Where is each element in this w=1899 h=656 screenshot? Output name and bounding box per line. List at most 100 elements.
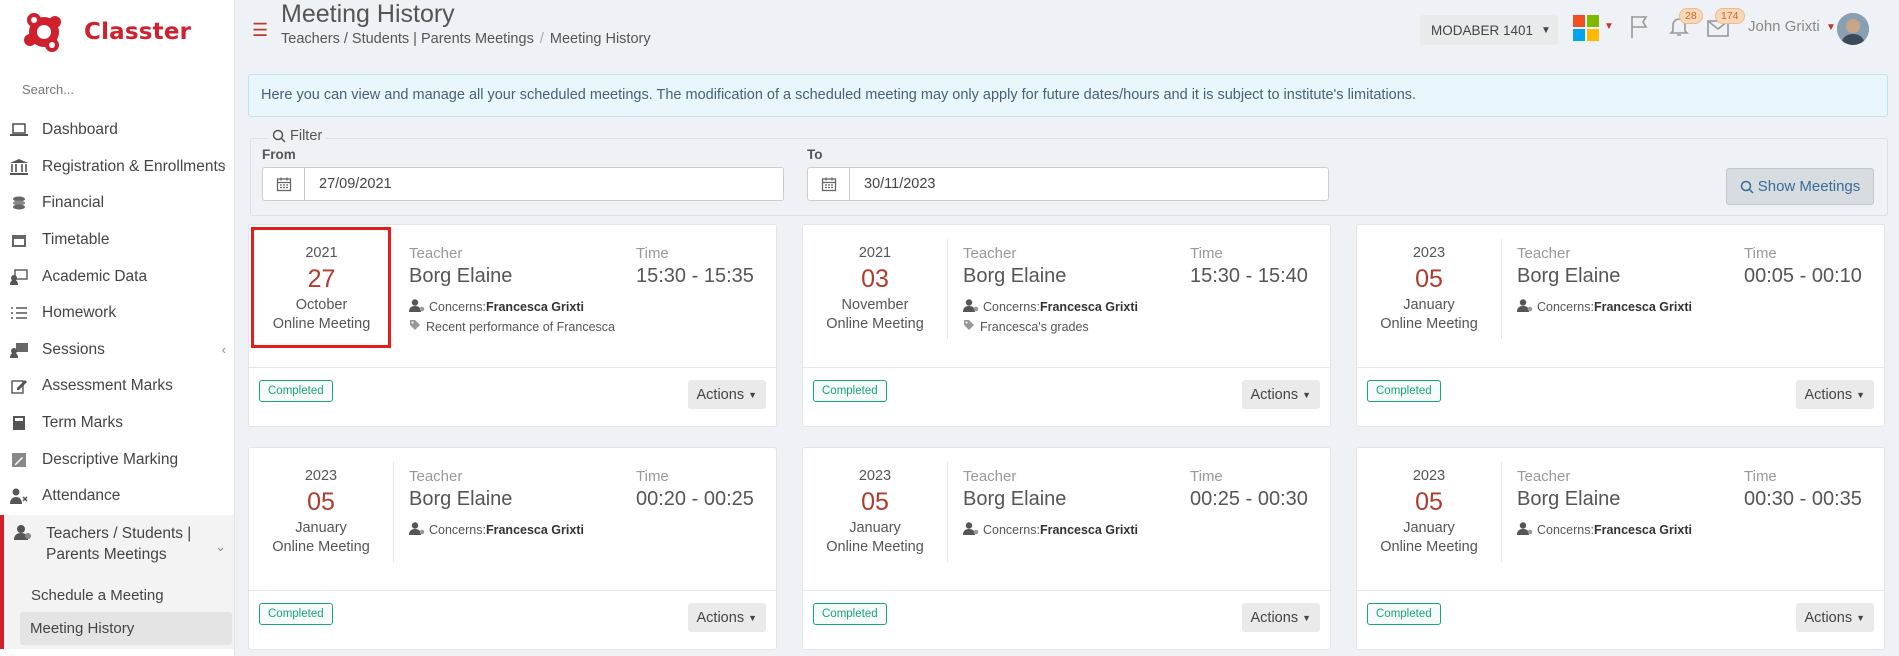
sidebar-item-label: Dashboard xyxy=(42,121,118,139)
caret-down-icon: ▼ xyxy=(1302,389,1311,400)
sidebar-item-term-marks[interactable]: Term Marks xyxy=(0,405,234,442)
sidebar-item-label: Descriptive Marking xyxy=(42,450,179,468)
ms-square-green xyxy=(1587,15,1599,27)
flag-icon[interactable] xyxy=(1628,14,1652,38)
sidebar-item-label: Term Marks xyxy=(42,414,123,432)
meeting-type: Online Meeting xyxy=(826,316,924,332)
app-name: Classter xyxy=(84,19,192,45)
meeting-day: 05 xyxy=(307,488,335,516)
meeting-year: 2023 xyxy=(858,468,892,484)
caret-down-icon: ▼ xyxy=(748,389,757,400)
meeting-time: 00:30 - 00:35 xyxy=(1744,488,1862,510)
sidebar-item-academic-data[interactable]: Academic Data xyxy=(0,258,234,295)
user-icon xyxy=(409,299,425,315)
calendar-icon[interactable] xyxy=(808,168,850,200)
teacher-name: Borg Elaine xyxy=(409,488,513,510)
laptop-icon xyxy=(8,121,30,139)
concerns-student: Francesca Grixti xyxy=(1593,523,1692,537)
sidebar-item-label: Timetable xyxy=(42,231,110,249)
sidebar-item-sessions[interactable]: Sessions ‹ xyxy=(0,332,234,369)
teacher-label: Teacher xyxy=(1517,245,1571,262)
sidebar-item-meetings[interactable]: Teachers / Students | Parents Meetings ⌄ xyxy=(0,514,234,577)
topic-text: Recent performance of Francesca xyxy=(426,319,615,334)
calendar-icon xyxy=(8,231,30,249)
actions-button[interactable]: Actions ▼ xyxy=(1241,380,1320,409)
user-name[interactable]: John Grixti xyxy=(1748,18,1820,35)
actions-label: Actions xyxy=(1250,386,1299,403)
search-icon xyxy=(272,129,286,143)
sidebar-item-financial[interactable]: Financial xyxy=(0,185,234,222)
sidebar-item-dashboard[interactable]: Dashboard xyxy=(0,112,234,149)
sidebar-item-assessment-marks[interactable]: Assessment Marks xyxy=(0,368,234,405)
from-date-value: 27/09/2021 xyxy=(319,176,392,192)
meeting-card: 2023 05 January Online Meeting Teacher Borg E… xyxy=(1356,447,1885,650)
sidebar-subitem-schedule-meeting[interactable]: Schedule a Meeting xyxy=(4,579,234,612)
search-icon xyxy=(1740,180,1754,194)
teacher-name: Borg Elaine xyxy=(1517,488,1621,510)
chevron-down-icon: ⌄ xyxy=(215,538,226,554)
calendar-icon[interactable] xyxy=(263,168,305,200)
status-badge: Completed xyxy=(813,603,887,625)
academic-year-select[interactable]: MODABER 1401 ▼ xyxy=(1420,15,1558,45)
to-label: To xyxy=(807,147,823,162)
from-date-field[interactable]: 27/09/2021 xyxy=(262,167,784,201)
hamburger-menu-icon[interactable]: ☰ xyxy=(252,20,268,41)
caret-down-icon: ▼ xyxy=(1856,389,1865,400)
user-icon xyxy=(1517,299,1533,315)
concerns: Concerns:Francesca Grixti xyxy=(1517,299,1692,315)
meeting-topic: Francesca's grades xyxy=(963,319,1089,334)
concerns: Concerns:Francesca Grixti xyxy=(1517,522,1692,538)
sidebar-item-label: Assessment Marks xyxy=(42,377,173,395)
actions-button[interactable]: Actions ▼ xyxy=(1795,380,1874,409)
sidebar-item-label: Sessions xyxy=(42,340,105,358)
concerns-student: Francesca Grixti xyxy=(1593,300,1692,314)
user-icon xyxy=(409,522,425,538)
concerns-label: Concerns: xyxy=(983,523,1040,537)
concerns-label: Concerns: xyxy=(1537,300,1594,314)
sidebar-nav: Dashboard Registration & Enrollments ‹ Fina… xyxy=(0,112,234,515)
meeting-day: 05 xyxy=(861,488,889,516)
classter-logo-icon xyxy=(24,13,61,52)
concerns-student: Francesca Grixti xyxy=(485,523,584,537)
status-badge: Completed xyxy=(259,380,333,402)
pencil-icon xyxy=(8,451,30,469)
sidebar-item-label: Homework xyxy=(42,304,117,322)
list-icon xyxy=(8,304,30,322)
actions-button[interactable]: Actions ▼ xyxy=(1795,603,1874,632)
logo[interactable]: Classter xyxy=(0,0,234,64)
actions-button[interactable]: Actions ▼ xyxy=(1241,603,1320,632)
card-divider xyxy=(249,367,776,368)
status-badge: Completed xyxy=(259,603,333,625)
to-date-field[interactable]: 30/11/2023 xyxy=(807,167,1329,201)
user-board-icon xyxy=(8,268,30,286)
user-icon xyxy=(963,299,979,315)
caret-down-icon[interactable]: ▼ xyxy=(1604,21,1614,32)
ms-square-blue xyxy=(1573,29,1585,41)
microsoft-apps-icon[interactable] xyxy=(1573,15,1599,41)
meeting-card: 2021 27 October Online Meeting Teacher Borg E… xyxy=(248,224,777,427)
meeting-time: 15:30 - 15:40 xyxy=(1190,265,1308,287)
meeting-year: 2021 xyxy=(858,245,892,261)
actions-button[interactable]: Actions ▼ xyxy=(687,603,766,632)
meeting-time: 15:30 - 15:35 xyxy=(636,265,754,287)
meeting-month: January xyxy=(295,520,347,536)
sidebar-item-registration-enrollments[interactable]: Registration & Enrollments ‹ xyxy=(0,149,234,186)
sidebar-item-descriptive-marking[interactable]: Descriptive Marking xyxy=(0,441,234,478)
sidebar-subitem-meeting-history[interactable]: Meeting History xyxy=(20,611,232,645)
teacher-label: Teacher xyxy=(963,468,1017,485)
caret-down-icon: ▼ xyxy=(1856,612,1865,623)
chevron-left-icon: ‹ xyxy=(221,159,226,175)
sidebar-item-timetable[interactable]: Timetable xyxy=(0,222,234,259)
breadcrumb-item[interactable]: Teachers / Students | Parents Meetings xyxy=(281,31,534,47)
avatar[interactable] xyxy=(1837,13,1869,45)
caret-down-icon[interactable]: ▼ xyxy=(1826,22,1836,33)
time-label: Time xyxy=(1190,245,1223,262)
time-label: Time xyxy=(636,245,669,262)
sidebar-item-attendance[interactable]: Attendance xyxy=(0,478,234,515)
show-meetings-button[interactable]: Show Meetings xyxy=(1726,168,1874,205)
sidebar-search-input[interactable] xyxy=(22,76,217,102)
sidebar-item-homework[interactable]: Homework xyxy=(0,295,234,332)
page-title: Meeting History xyxy=(281,0,455,28)
actions-button[interactable]: Actions ▼ xyxy=(687,380,766,409)
academic-year-value: MODABER 1401 xyxy=(1431,22,1534,38)
